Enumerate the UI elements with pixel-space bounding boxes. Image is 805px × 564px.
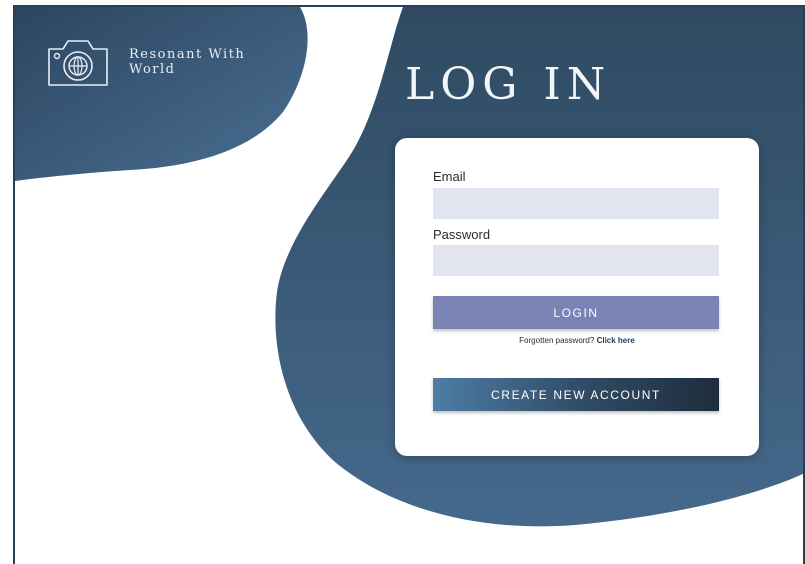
- forgot-password-prompt: Forgotten password?: [519, 336, 595, 345]
- password-field[interactable]: [433, 245, 719, 276]
- create-account-button[interactable]: CREATE NEW ACCOUNT: [433, 378, 719, 411]
- brand-name: Resonant With World: [129, 47, 259, 77]
- top-left-wave-shape: [15, 7, 308, 181]
- email-field[interactable]: [433, 188, 719, 219]
- login-screen: Resonant With World LOG IN Email Passwor…: [13, 5, 805, 564]
- login-card: Email Password LOGIN Forgotten password?…: [395, 138, 759, 456]
- forgot-password-link[interactable]: Click here: [597, 336, 635, 345]
- camera-globe-icon: [45, 37, 111, 94]
- brand-logo: Resonant With World: [45, 37, 259, 94]
- brand-name-line1: Resonant With: [129, 47, 246, 62]
- password-label: Password: [433, 227, 491, 242]
- brand-name-line2: World: [129, 62, 176, 77]
- email-label: Email: [433, 169, 466, 184]
- forgot-password-text: Forgotten password? Click here: [395, 336, 759, 345]
- login-button[interactable]: LOGIN: [433, 296, 719, 329]
- page-title: LOG IN: [405, 59, 612, 110]
